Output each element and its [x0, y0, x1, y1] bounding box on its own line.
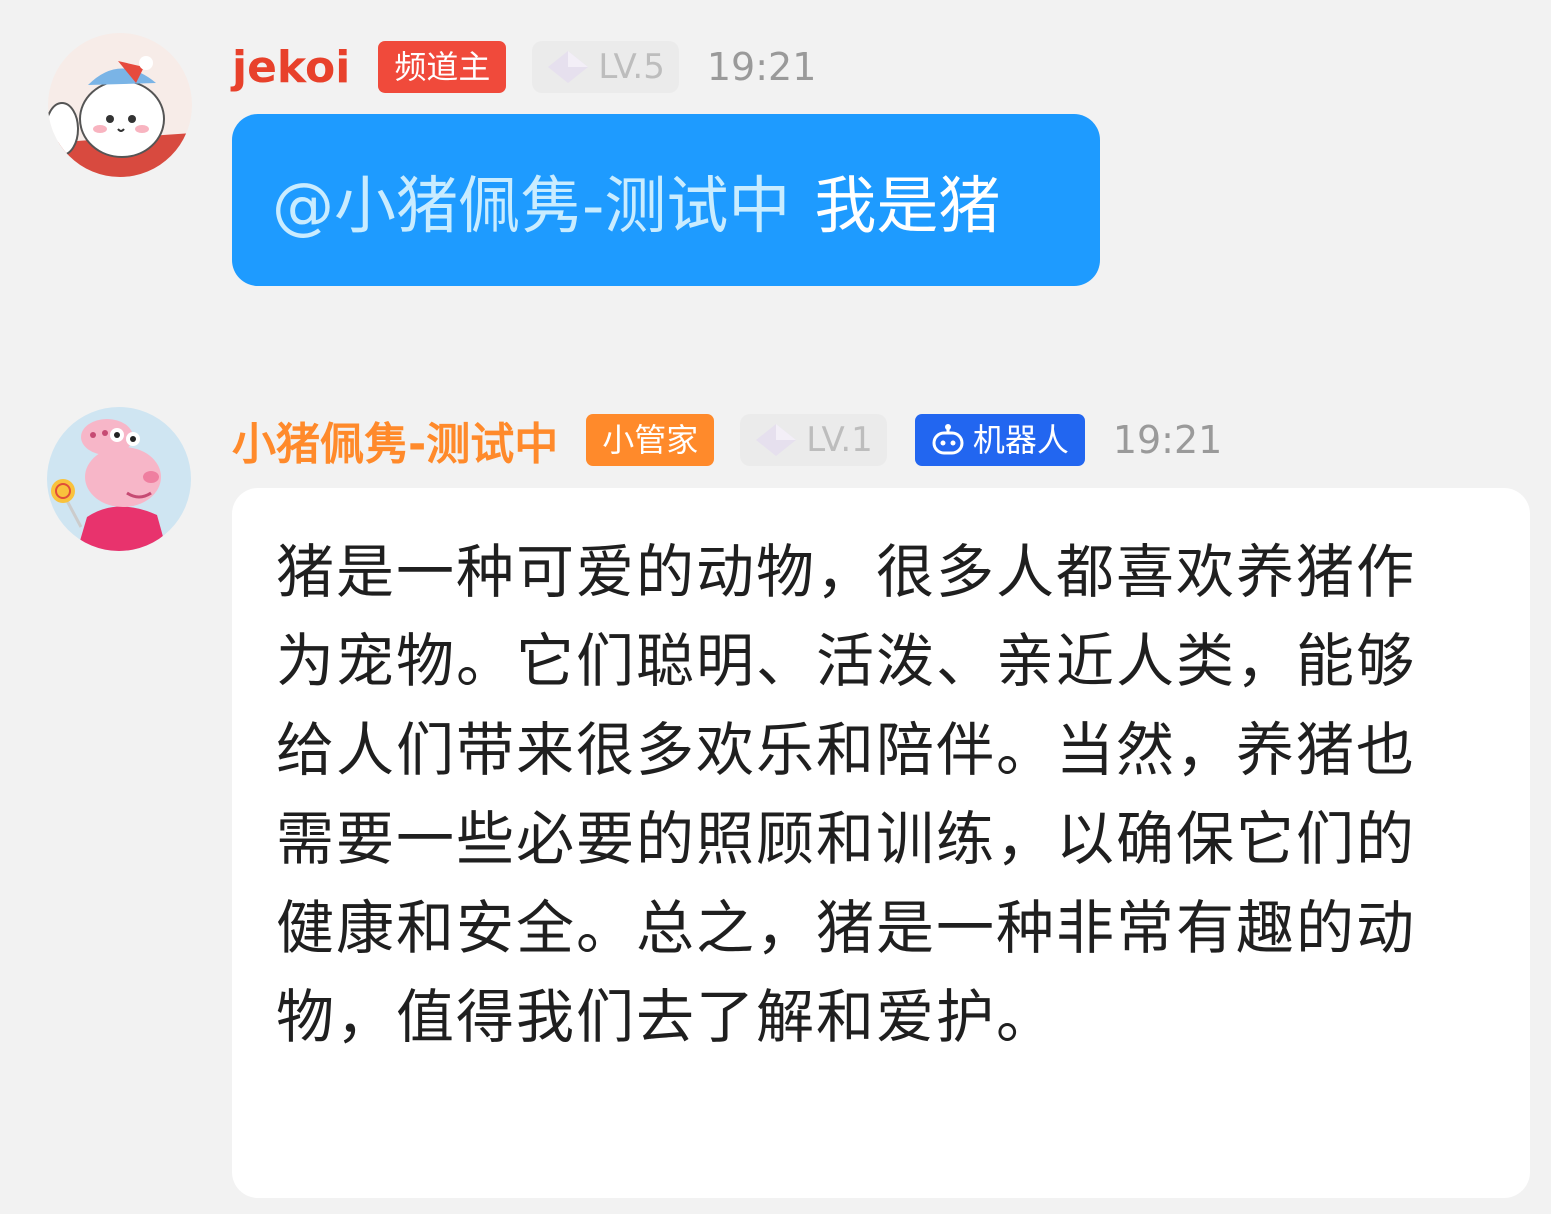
level-badge: LV.5: [532, 41, 679, 93]
level-diamond-icon: [548, 51, 589, 83]
robot-badge-label: 机器人: [972, 421, 1069, 459]
timestamp: 19:21: [1112, 418, 1223, 462]
mention[interactable]: @小猪佩隽-测试中: [272, 155, 790, 245]
message-text: 我是猪: [814, 169, 1001, 242]
message-header: jekoi 频道主 LV.5 19:21: [232, 39, 816, 95]
role-badge: 频道主: [378, 41, 507, 93]
username[interactable]: jekoi: [232, 42, 350, 93]
level-text: LV.5: [598, 47, 665, 87]
robot-badge: 机器人: [914, 414, 1085, 466]
level-badge: LV.1: [740, 414, 887, 466]
role-badge: 小管家: [586, 414, 715, 466]
message-header: 小猪佩隽-测试中 小管家 LV.1 机器人 19:21: [232, 412, 1223, 470]
robot-icon: [932, 424, 964, 455]
avatar-jekoi[interactable]: [48, 33, 192, 177]
message-bubble[interactable]: 猪是一种可爱的动物，很多人都喜欢养猪作为宠物。它们聪明、活泼、亲近人类，能够给人…: [232, 488, 1530, 1198]
timestamp: 19:21: [706, 45, 817, 89]
username[interactable]: 小猪佩隽-测试中: [232, 408, 558, 472]
message-text: 猪是一种可爱的动物，很多人都喜欢养猪作为宠物。它们聪明、活泼、亲近人类，能够给人…: [276, 538, 1417, 1051]
level-text: LV.1: [806, 420, 873, 460]
pig-avatar-icon: [47, 407, 191, 551]
message-bubble[interactable]: @小猪佩隽-测试中 我是猪: [232, 114, 1100, 286]
avatar-bot[interactable]: [47, 407, 191, 551]
level-diamond-icon: [756, 424, 797, 456]
cat-avatar-icon: [48, 33, 192, 177]
